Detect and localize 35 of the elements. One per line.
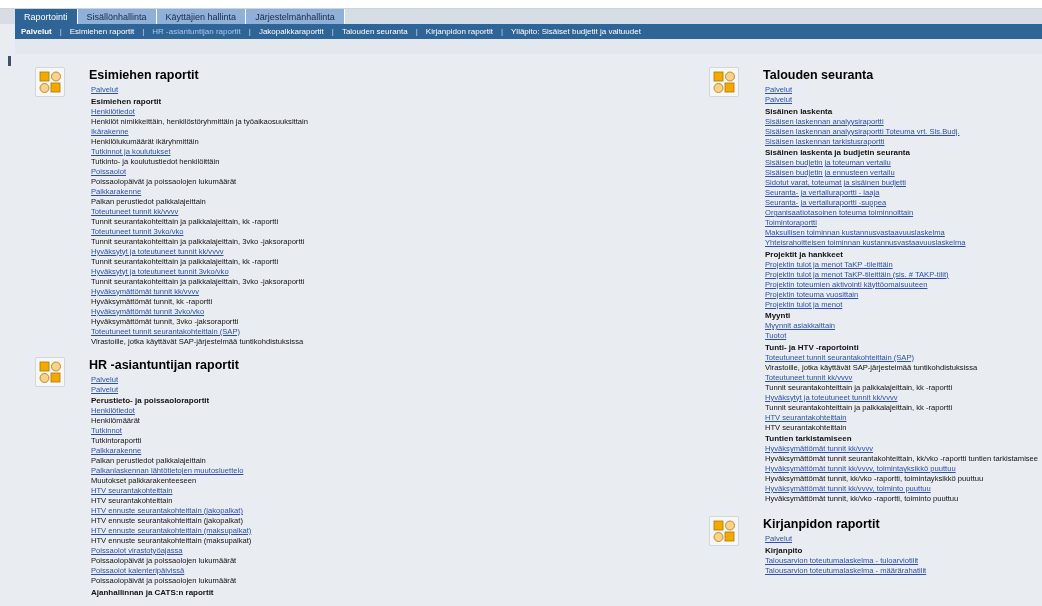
- tab[interactable]: Käyttäjien hallinta: [156, 9, 247, 24]
- separator: |: [331, 27, 334, 36]
- nav-link[interactable]: Kirjanpidon raportit: [425, 27, 493, 36]
- group-heading: Tuntien tarkistamiseen: [765, 434, 852, 444]
- separator: |: [248, 27, 251, 36]
- tab[interactable]: Järjestelmänhallinta: [246, 9, 345, 24]
- tab[interactable]: Sisällönhallinta: [77, 9, 157, 24]
- nav-link[interactable]: Jakopalkkaraportit: [258, 27, 324, 36]
- group-heading: Tunti- ja HTV -raportointi: [765, 342, 859, 353]
- group-heading: Sisäinen laskenta ja budjetin seuranta: [765, 148, 910, 158]
- portal-icon: [35, 356, 65, 387]
- portal-icon: [35, 67, 65, 97]
- section-title: Esimiehen raportit: [89, 68, 199, 83]
- nav-link[interactable]: Ylläpito: Sisäiset budjetit ja valtuudet: [511, 27, 641, 36]
- separator: |: [142, 27, 145, 36]
- portal-icon: [709, 67, 739, 97]
- group-heading: Ajanhallinnan ja CATS:n raportit: [91, 587, 214, 598]
- group-heading: Perustieto- ja poissaoloraportit: [91, 396, 210, 406]
- separator: |: [59, 27, 62, 36]
- separator: |: [500, 27, 504, 36]
- group-heading: Myynti: [765, 311, 791, 321]
- section-title: Talouden seuranta: [763, 68, 874, 83]
- group-heading: Projektit ja hankkeet: [765, 249, 843, 260]
- nav-link[interactable]: Palvelut: [21, 27, 52, 36]
- group-heading: Esimiehen raportit: [91, 96, 162, 107]
- section-title: HR -asiantuntijan raportit: [89, 357, 239, 373]
- portal-icon: [709, 516, 739, 546]
- nav-link[interactable]: Esimiehen raportit: [69, 27, 135, 36]
- tab[interactable]: Raportointi: [15, 9, 78, 24]
- nav-link[interactable]: HR -asiantuntijan raportit: [152, 27, 241, 36]
- separator: |: [415, 27, 418, 36]
- section-title: Kirjanpidon raportit: [763, 517, 880, 532]
- group-heading: Sisäinen laskenta: [765, 106, 833, 117]
- group-heading: Kirjanpito: [765, 545, 803, 556]
- nav-link[interactable]: Talouden seuranta: [341, 27, 408, 36]
